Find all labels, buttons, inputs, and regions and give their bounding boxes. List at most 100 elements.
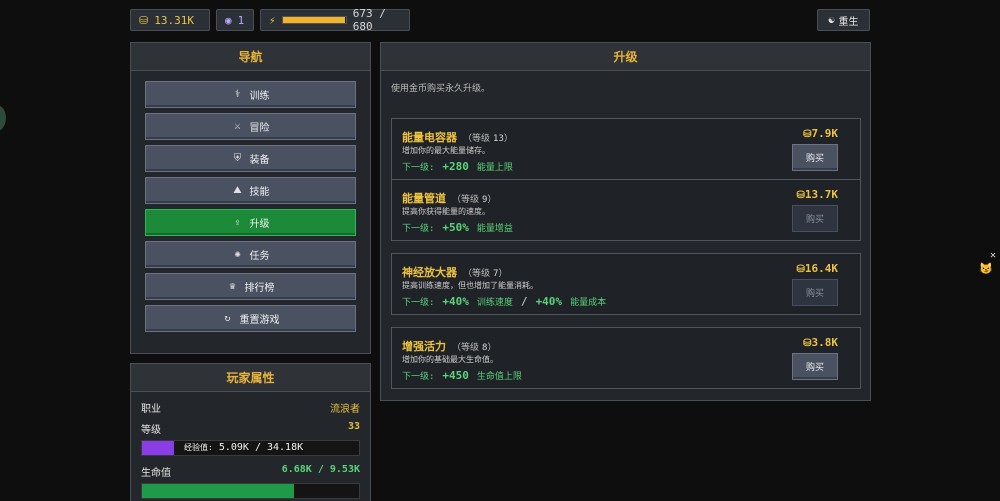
coin-icon: ⛁ (803, 129, 812, 140)
navigation-panel: 导航 ⚕ 训练 ⚔ 冒险 ⛨ 装备 ⛰ 技能 ⇪ 升级 ✺ 任务 ♛ 排行榜 ↻ 重置游戏 (130, 42, 371, 354)
nav-item-6[interactable]: ♛ 排行榜 (145, 273, 356, 300)
upgrade-description: 增加你的最大能量储存。 (402, 146, 490, 155)
bonus-label: 生命值上限 (476, 372, 522, 382)
buy-label: 购买 (805, 215, 824, 225)
cost-value: 3.8K (811, 336, 839, 349)
xp-text: 经验值: 5.09K / 34.18K (184, 442, 303, 453)
upgrade-description: 提高训练速度，但也增加了能量消耗。 (402, 281, 538, 290)
next-label: 下一级: (402, 224, 435, 234)
level-label: 等级 (141, 425, 161, 436)
upgrade-level: （等级 9） (452, 195, 497, 205)
xp-bar: 经验值: 5.09K / 34.18K (141, 440, 360, 456)
level-number: 7 (493, 269, 499, 279)
upgrade-cost: ⛁7.9K (803, 127, 838, 140)
upgrade-card: 能量电容器 （等级 13） 增加你的最大能量储存。下一级: +280 能量上限 ⛁7.9K 购… (391, 118, 861, 180)
edge-widget[interactable] (0, 105, 6, 131)
bonus-value: +450 (442, 369, 469, 382)
level-number: 13 (493, 134, 504, 144)
nav-item-3[interactable]: ⛰ 技能 (145, 177, 356, 204)
hp-bar-fill (142, 484, 295, 498)
buy-button[interactable]: 购买 (792, 144, 838, 171)
gold-counter: ⛁ 13.31K (130, 9, 210, 31)
buy-button[interactable]: 购买 (792, 205, 838, 232)
coin-icon: ⛁ (803, 338, 812, 349)
next-label: 下一级: (402, 372, 435, 382)
nav-item-label: 任务 (249, 251, 270, 262)
upgrade-name: 能量管道 （等级 9） (402, 190, 496, 206)
energy-bar-fill (282, 17, 346, 23)
bonus-separator: / (520, 295, 528, 308)
level-word: 等级 (461, 343, 480, 353)
player-stats-panel: 玩家属性 职业 流浪者 等级 33 经验值: 5.09K / 34.18K 生命值… (130, 363, 371, 501)
reset-icon: ↻ (224, 313, 231, 324)
coin-icon: ⛁ (796, 190, 805, 201)
upgrade-description: 提高你获得能量的速度。 (402, 207, 490, 216)
upgrade-title: 神经放大器 (402, 266, 457, 279)
upgrade-card: 增强活力 （等级 8） 增加你的基础最大生命值。 下一级: +450 生命值上限 ⛁3.8K 购… (391, 327, 861, 389)
upgrade-name: 神经放大器 （等级 7） (402, 264, 507, 280)
upgrade-card: 能量管道 （等级 9） 提高你获得能量的速度。 下一级: +50% 能量增益 ⛁13.7K 购买 (391, 179, 861, 241)
buy-label: 购买 (805, 154, 824, 164)
upgrade-cost: ⛁13.7K (796, 188, 838, 201)
rebirth-label: 重生 (838, 16, 859, 28)
nav-item-label: 技能 (249, 187, 270, 198)
bonus-value: +40% (442, 295, 469, 308)
trophy-icon: ♛ (229, 281, 236, 292)
nav-item-5[interactable]: ✺ 任务 (145, 241, 356, 268)
xp-value: 5.09K / 34.18K (218, 442, 304, 453)
gem-amount: 1 (237, 13, 245, 27)
upgrade-cost: ⛁16.4K (796, 262, 838, 275)
next-label: 下一级: (402, 298, 435, 308)
hp-bar (141, 483, 360, 499)
resource-bar: ⛁ 13.31K ◉ 1 ⚡ 673 / 680 (130, 7, 410, 33)
cost-value: 7.9K (811, 127, 839, 140)
xp-label: 经验值: (184, 443, 213, 452)
upgrade-title: 能量管道 (402, 192, 446, 205)
upgrade-card: 神经放大器 （等级 7） 提高训练速度，但也增加了能量消耗。 下一级: +40% 训练速度 /… (391, 253, 861, 315)
nav-item-4[interactable]: ⇪ 升级 (145, 209, 356, 236)
upgrade-name: 能量电容器 （等级 13） (402, 129, 513, 145)
upgrade-level: （等级 13） (463, 134, 513, 144)
coin-icon: ⛁ (796, 264, 805, 275)
buy-button[interactable]: 购买 (792, 353, 838, 380)
quest-icon: ✺ (234, 249, 241, 260)
nav-item-2[interactable]: ⛨ 装备 (145, 145, 356, 172)
level-row: 等级 33 (131, 421, 370, 436)
nav-item-7[interactable]: ↻ 重置游戏 (145, 305, 356, 332)
hp-row: 生命值 6.68K / 9.53K (131, 464, 370, 479)
bonus2-value: +40% (535, 295, 563, 308)
bonus-label: 训练速度 (476, 298, 513, 308)
navigation-title: 导航 (131, 43, 370, 71)
nav-item-1[interactable]: ⚔ 冒险 (145, 113, 356, 140)
upgrade-next-level: 下一级: +280 能量上限 (402, 160, 513, 173)
nav-item-label: 重置游戏 (239, 315, 280, 326)
xp-bar-fill (142, 441, 175, 455)
upgrade-icon: ⇪ (234, 217, 241, 228)
lightning-icon: ⚡ (269, 13, 276, 27)
gem-icon: ◉ (225, 13, 232, 27)
bonus-value: +50% (442, 221, 469, 234)
nav-item-0[interactable]: ⚕ 训练 (145, 81, 356, 108)
energy-amount: 673 / 680 (352, 7, 386, 33)
buy-button[interactable]: 购买 (792, 279, 838, 306)
close-icon[interactable]: ✕ (990, 250, 996, 261)
cat-icon[interactable]: 😼 (979, 262, 993, 276)
bonus-value: +280 (442, 160, 469, 173)
coin-icon: ⛁ (139, 13, 149, 27)
cost-value: 13.7K (804, 188, 838, 201)
armor-icon: ⛨ (233, 153, 242, 164)
upgrade-name: 增强活力 （等级 8） (402, 338, 496, 354)
upgrade-next-level: 下一级: +40% 训练速度 / +40% 能量成本 (402, 295, 606, 308)
upgrade-description: 增加你的基础最大生命值。 (402, 355, 498, 364)
rebirth-button[interactable]: ☯ 重生 (817, 9, 870, 31)
hp-value: 6.68K / 9.53K (281, 464, 360, 475)
level-number: 8 (482, 343, 488, 353)
gold-amount: 13.31K (154, 13, 194, 27)
bonus-label: 能量增益 (476, 224, 513, 234)
upgrade-title: 增强活力 (402, 340, 446, 353)
gem-counter: ◉ 1 (216, 9, 254, 31)
nav-item-label: 排行榜 (244, 283, 275, 294)
buy-label: 购买 (805, 289, 824, 299)
class-value: 流浪者 (330, 404, 360, 415)
buy-label: 购买 (805, 363, 824, 373)
